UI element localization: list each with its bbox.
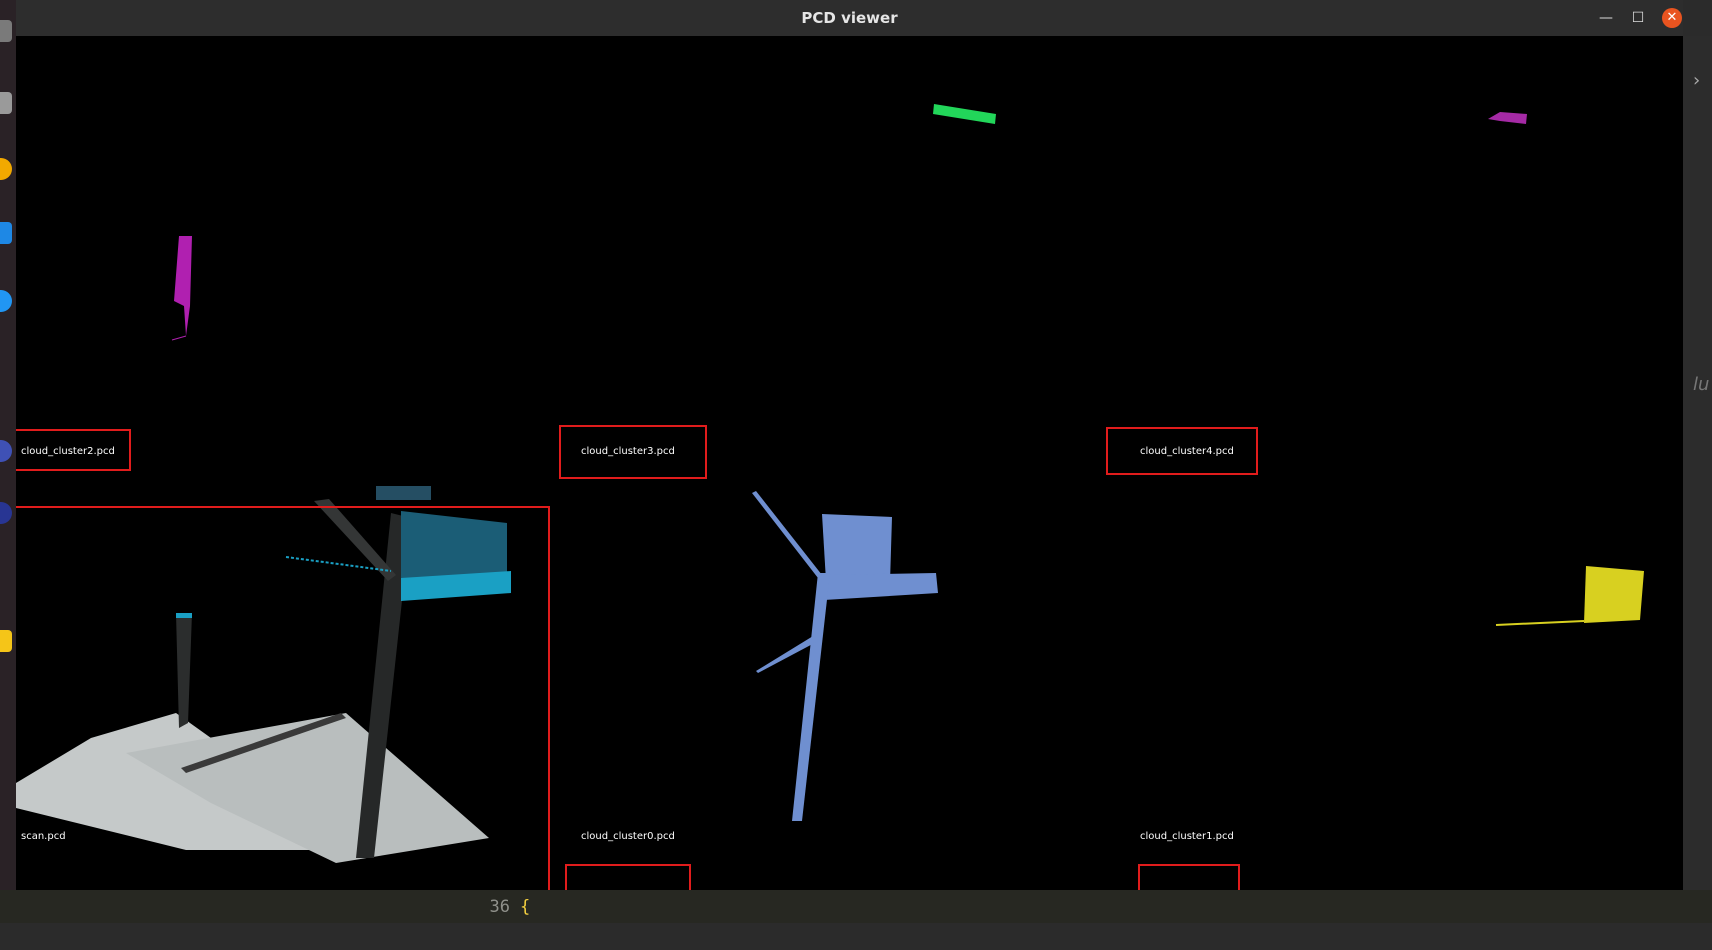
maximize-button[interactable]: ☐ bbox=[1628, 8, 1648, 28]
chevron-right-icon: › bbox=[1693, 70, 1701, 91]
cloud-shape-cluster1 bbox=[1584, 566, 1644, 623]
chat-icon[interactable] bbox=[0, 290, 12, 312]
cloud-shape-cluster3 bbox=[933, 104, 996, 124]
editor-icon[interactable] bbox=[0, 222, 12, 244]
cloud-shape-cluster2 bbox=[174, 236, 192, 336]
line-number: 36 bbox=[489, 897, 510, 917]
point-cloud-cluster3 bbox=[933, 104, 996, 124]
minimize-button[interactable]: — bbox=[1596, 8, 1616, 28]
cloud-shape-cluster0-arm bbox=[752, 491, 822, 578]
viewport-label: cloud_cluster0.pcd bbox=[581, 831, 675, 842]
viewport-cloud-cluster1[interactable]: cloud_cluster1.pcd bbox=[1116, 463, 1683, 890]
app-icon[interactable] bbox=[0, 440, 12, 462]
scan-box-top bbox=[376, 486, 431, 500]
point-cloud-cluster2 bbox=[171, 236, 192, 341]
point-cloud-cluster1 bbox=[1495, 566, 1644, 626]
notes-icon[interactable] bbox=[0, 630, 12, 652]
cloud-edge-cluster1 bbox=[1495, 620, 1585, 626]
highlight-box-cluster1-label bbox=[1138, 864, 1240, 890]
viewport-cloud-cluster0[interactable]: cloud_cluster0.pcd bbox=[566, 463, 1116, 890]
cloud-shape-cluster0-trunk bbox=[792, 573, 830, 821]
highlight-box-cluster0-label bbox=[565, 864, 691, 890]
viewport-cloud-cluster2[interactable]: cloud_cluster2.pcd bbox=[16, 36, 566, 463]
highlight-box-cluster4-label bbox=[1106, 427, 1258, 475]
pcd-viewer-canvas[interactable]: cloud_cluster2.pcd cloud_cluster3.pcd cl… bbox=[16, 36, 1683, 890]
cloud-shape-cluster0-wing bbox=[822, 573, 938, 600]
viewport-cloud-cluster3[interactable]: cloud_cluster3.pcd bbox=[566, 36, 1116, 463]
background-partial-text: lu bbox=[1693, 374, 1710, 395]
point-cloud-cluster0 bbox=[752, 491, 938, 821]
window-titlebar[interactable]: PCD viewer — ☐ ✕ bbox=[16, 0, 1683, 37]
background-app-strip: › lu bbox=[1683, 36, 1712, 890]
cloud-shape-cluster0-top bbox=[822, 514, 892, 582]
files-icon[interactable] bbox=[0, 20, 12, 42]
browser-icon[interactable] bbox=[0, 158, 12, 180]
viewport-label: cloud_cluster1.pcd bbox=[1140, 831, 1234, 842]
editor-gutter: 36 bbox=[430, 890, 510, 923]
launcher-dock bbox=[0, 0, 16, 923]
close-button[interactable]: ✕ bbox=[1662, 8, 1682, 28]
cloud-shape-cluster4 bbox=[1488, 112, 1527, 124]
highlight-box-cluster3-label bbox=[559, 425, 707, 479]
background-code-editor: 36 { bbox=[0, 890, 1712, 923]
highlight-box-scan-viewport bbox=[16, 506, 550, 890]
app-icon-2[interactable] bbox=[0, 502, 12, 524]
window-title: PCD viewer bbox=[801, 9, 898, 27]
terminal-icon[interactable] bbox=[0, 92, 12, 114]
highlight-box-cluster2-label bbox=[16, 429, 131, 471]
viewport-cloud-cluster4[interactable]: cloud_cluster4.pcd bbox=[1116, 36, 1683, 463]
editor-code: { bbox=[520, 890, 561, 923]
cloud-edge-cluster2 bbox=[171, 335, 187, 341]
point-cloud-cluster4 bbox=[1488, 112, 1527, 124]
code-line: { bbox=[520, 897, 531, 917]
